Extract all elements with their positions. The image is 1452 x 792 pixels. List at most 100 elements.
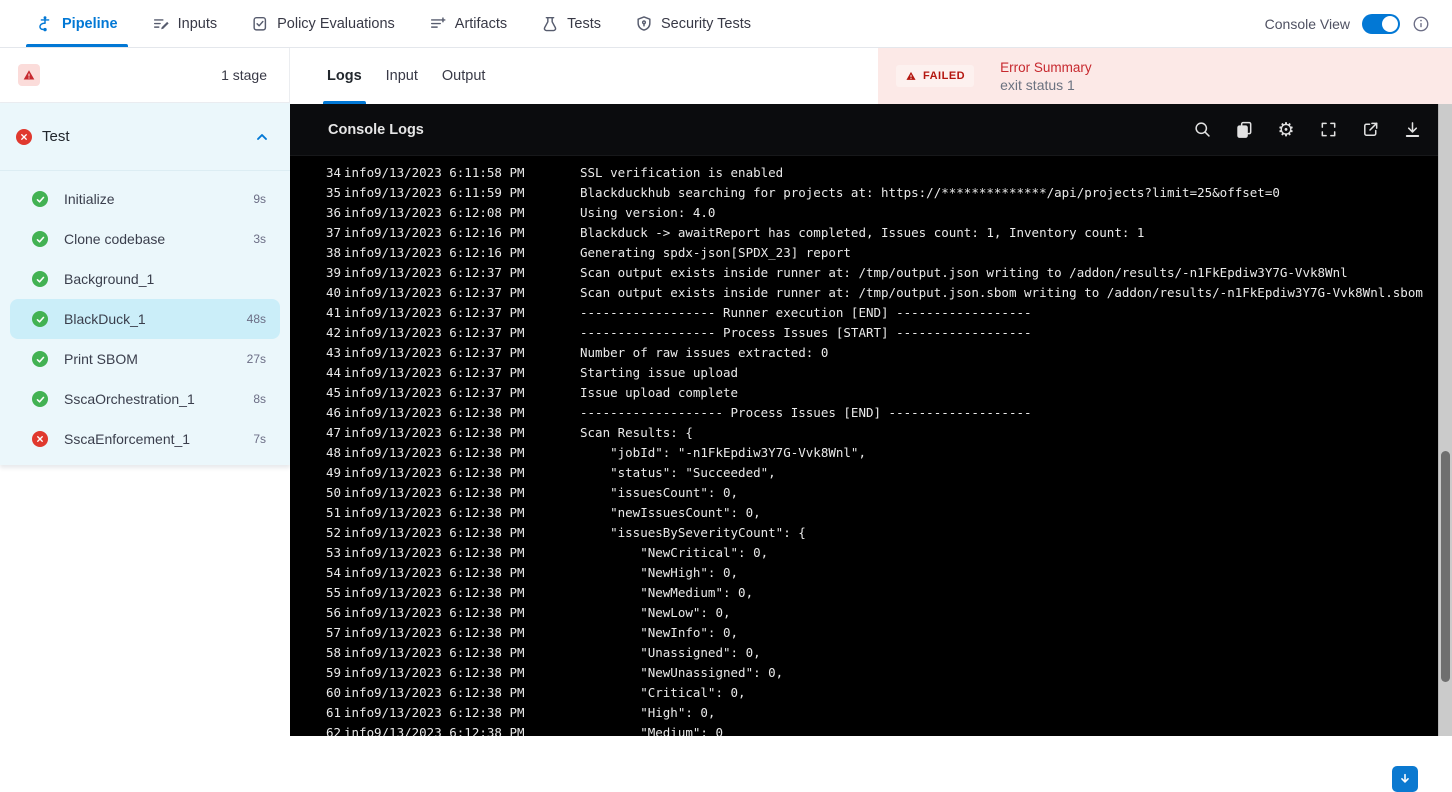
nav-tab-security-tests[interactable]: Security Tests xyxy=(625,0,761,47)
log-level: info xyxy=(344,385,374,400)
log-message: "newIssuesCount": 0, xyxy=(580,505,1452,520)
console-toolbar: ⚙ xyxy=(1192,120,1422,140)
top-nav: Pipeline Inputs Policy Evaluations Artif… xyxy=(0,0,1452,48)
step-row-clone-codebase[interactable]: Clone codebase 3s xyxy=(10,219,280,259)
log-timestamp: 9/13/2023 6:12:37 PM xyxy=(374,305,580,320)
console-scrollbar[interactable] xyxy=(1438,104,1452,736)
log-line-number: 57 xyxy=(326,625,344,640)
log-message: Starting issue upload xyxy=(580,365,1452,380)
log-line: 60 info 9/13/2023 6:12:38 PM "Critical":… xyxy=(290,682,1452,702)
log-timestamp: 9/13/2023 6:12:38 PM xyxy=(374,605,580,620)
log-line: 34 info 9/13/2023 6:11:58 PM SSL verific… xyxy=(290,162,1452,182)
log-line: 49 info 9/13/2023 6:12:38 PM "status": "… xyxy=(290,462,1452,482)
step-row-sscaorchestration-1[interactable]: SscaOrchestration_1 8s xyxy=(10,379,280,419)
log-line-number: 34 xyxy=(326,165,344,180)
log-line-number: 51 xyxy=(326,505,344,520)
tab-logs[interactable]: Logs xyxy=(315,48,374,104)
log-line: 35 info 9/13/2023 6:11:59 PM Blackduckhu… xyxy=(290,182,1452,202)
log-message: "Critical": 0, xyxy=(580,685,1452,700)
scroll-to-bottom-button[interactable] xyxy=(1392,766,1418,792)
nav-tab-label: Artifacts xyxy=(455,16,507,32)
console-view-toggle[interactable] xyxy=(1362,14,1400,34)
stage-name: Test xyxy=(42,128,70,145)
log-timestamp: 9/13/2023 6:12:38 PM xyxy=(374,545,580,560)
log-timestamp: 9/13/2023 6:12:38 PM xyxy=(374,445,580,460)
content-tabs: LogsInputOutput xyxy=(315,48,497,104)
toggle-knob xyxy=(1382,16,1398,32)
log-line: 62 info 9/13/2023 6:12:38 PM "Medium": 0 xyxy=(290,722,1452,736)
step-duration: 7s xyxy=(253,432,266,446)
error-summary-title: Error Summary xyxy=(1000,60,1092,75)
log-line-number: 47 xyxy=(326,425,344,440)
download-icon[interactable] xyxy=(1402,120,1422,140)
log-message: "status": "Succeeded", xyxy=(580,465,1452,480)
settings-icon[interactable]: ⚙ xyxy=(1276,120,1296,140)
log-line-number: 52 xyxy=(326,525,344,540)
top-nav-tabs: Pipeline Inputs Policy Evaluations Artif… xyxy=(26,0,761,47)
log-line-number: 49 xyxy=(326,465,344,480)
nav-tab-tests[interactable]: Tests xyxy=(531,0,611,47)
log-level: info xyxy=(344,605,374,620)
security-tests-icon xyxy=(635,15,653,33)
success-check-icon xyxy=(32,271,48,287)
log-message: Scan output exists inside runner at: /tm… xyxy=(580,285,1452,300)
artifacts-icon xyxy=(429,15,447,33)
log-message: Generating spdx-json[SPDX_23] report xyxy=(580,245,1452,260)
log-message: ------------------ Runner execution [END… xyxy=(580,305,1452,320)
search-icon[interactable] xyxy=(1192,120,1212,140)
main-panel: LogsInputOutput FAILED Error Summary exi… xyxy=(290,48,1452,736)
nav-tab-policy-evaluations[interactable]: Policy Evaluations xyxy=(241,0,405,47)
nav-tab-inputs[interactable]: Inputs xyxy=(142,0,228,47)
log-level: info xyxy=(344,325,374,340)
log-timestamp: 9/13/2023 6:12:37 PM xyxy=(374,285,580,300)
log-message: ------------------ Process Issues [START… xyxy=(580,325,1452,340)
log-line-number: 54 xyxy=(326,565,344,580)
step-row-initialize[interactable]: Initialize 9s xyxy=(10,179,280,219)
log-timestamp: 9/13/2023 6:11:59 PM xyxy=(374,185,580,200)
log-line-number: 56 xyxy=(326,605,344,620)
copy-icon[interactable] xyxy=(1234,120,1254,140)
log-line: 38 info 9/13/2023 6:12:16 PM Generating … xyxy=(290,242,1452,262)
step-row-print-sbom[interactable]: Print SBOM 27s xyxy=(10,339,280,379)
step-duration: 9s xyxy=(253,192,266,206)
log-message: "Unassigned": 0, xyxy=(580,645,1452,660)
success-check-icon xyxy=(32,231,48,247)
step-duration: 48s xyxy=(247,312,266,326)
step-row-blackduck-1[interactable]: BlackDuck_1 48s xyxy=(10,299,280,339)
warning-triangle-icon xyxy=(905,70,917,82)
log-line: 56 info 9/13/2023 6:12:38 PM "NewLow": 0… xyxy=(290,602,1452,622)
nav-tab-pipeline[interactable]: Pipeline xyxy=(26,0,128,47)
open-in-new-icon[interactable] xyxy=(1360,120,1380,140)
step-row-background-1[interactable]: Background_1 xyxy=(10,259,280,299)
tab-input[interactable]: Input xyxy=(374,48,430,104)
log-level: info xyxy=(344,685,374,700)
step-row-sscaenforcement-1[interactable]: SscaEnforcement_1 7s xyxy=(10,419,280,459)
log-line-number: 53 xyxy=(326,545,344,560)
step-duration: 8s xyxy=(253,392,266,406)
log-timestamp: 9/13/2023 6:12:38 PM xyxy=(374,585,580,600)
success-check-icon xyxy=(32,191,48,207)
log-line: 59 info 9/13/2023 6:12:38 PM "NewUnassig… xyxy=(290,662,1452,682)
log-level: info xyxy=(344,525,374,540)
console-view-label: Console View xyxy=(1265,16,1350,32)
stage-row-test[interactable]: Test xyxy=(0,103,290,171)
console-scrollbar-thumb[interactable] xyxy=(1441,451,1450,682)
log-line: 57 info 9/13/2023 6:12:38 PM "NewInfo": … xyxy=(290,622,1452,642)
log-line-number: 61 xyxy=(326,705,344,720)
step-name: Clone codebase xyxy=(64,231,165,247)
console-logs-panel: Console Logs ⚙ 34 info 9/13/2023 6:11:58… xyxy=(290,104,1452,736)
log-line: 47 info 9/13/2023 6:12:38 PM Scan Result… xyxy=(290,422,1452,442)
log-line: 58 info 9/13/2023 6:12:38 PM "Unassigned… xyxy=(290,642,1452,662)
log-message: "NewCritical": 0, xyxy=(580,545,1452,560)
info-icon[interactable] xyxy=(1412,15,1430,33)
log-line: 46 info 9/13/2023 6:12:38 PM -----------… xyxy=(290,402,1452,422)
step-name: BlackDuck_1 xyxy=(64,311,146,327)
error-summary-detail: exit status 1 xyxy=(1000,77,1092,93)
stage-panel: Test Initialize 9s Clone codebase 3s Bac… xyxy=(0,103,290,465)
nav-tab-artifacts[interactable]: Artifacts xyxy=(419,0,517,47)
chevron-up-icon[interactable] xyxy=(254,129,270,145)
step-list: Initialize 9s Clone codebase 3s Backgrou… xyxy=(0,171,290,465)
tab-output[interactable]: Output xyxy=(430,48,498,104)
log-message: "NewUnassigned": 0, xyxy=(580,665,1452,680)
fullscreen-icon[interactable] xyxy=(1318,120,1338,140)
